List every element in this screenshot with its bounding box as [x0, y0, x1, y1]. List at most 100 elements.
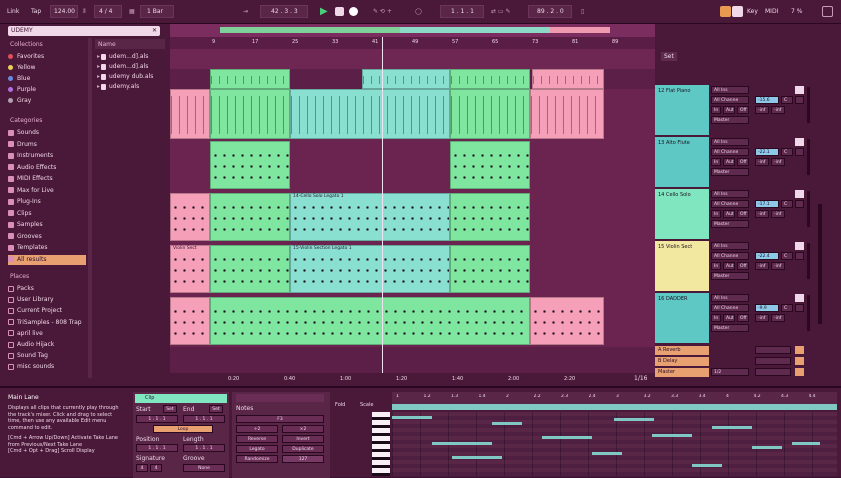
- mixer-io-field[interactable]: All Ins: [711, 190, 749, 198]
- track-lane-cello[interactable]: 14-Cello Solo Legato 1: [170, 191, 655, 243]
- ruler-label[interactable]: 3.4: [699, 394, 706, 399]
- clip-cello-2[interactable]: [210, 193, 290, 241]
- mixer-io-field[interactable]: All Ins: [711, 138, 749, 146]
- midi-note[interactable]: [692, 464, 722, 467]
- collection-item[interactable]: Yellow: [8, 63, 35, 73]
- solo-button[interactable]: [795, 304, 804, 312]
- signature-denominator[interactable]: 4: [150, 464, 162, 472]
- mixer-io-field[interactable]: In: [711, 210, 721, 218]
- overview-strip[interactable]: [170, 24, 655, 37]
- notes-tabs[interactable]: [236, 394, 324, 402]
- start-set-button[interactable]: Set: [163, 405, 177, 413]
- mixer-io-field[interactable]: Master: [711, 220, 749, 228]
- browser-divider[interactable]: [88, 38, 92, 378]
- mixer-io-field[interactable]: Master: [711, 168, 749, 176]
- end-field[interactable]: 1 . 1 . 1: [183, 415, 225, 423]
- master-output-select[interactable]: 1/2: [711, 368, 749, 376]
- ruler-label[interactable]: 1.2: [424, 394, 431, 399]
- track-lane-top[interactable]: [170, 69, 655, 89]
- clear-search-icon[interactable]: ✕: [152, 27, 157, 34]
- place-item[interactable]: Packs: [8, 284, 86, 294]
- key-map-icon[interactable]: [732, 6, 743, 17]
- collection-item[interactable]: Blue: [8, 74, 30, 84]
- clip-cello-1[interactable]: [170, 193, 210, 241]
- ruler-label[interactable]: 2.3: [561, 394, 568, 399]
- return-volume-field[interactable]: [755, 346, 791, 354]
- place-item[interactable]: april live: [8, 329, 86, 339]
- mixer-io-field[interactable]: In: [711, 158, 721, 166]
- mixer-io-field[interactable]: All Channe: [711, 304, 749, 312]
- clip-loop-bar[interactable]: [392, 404, 837, 410]
- clip-violin-2[interactable]: [210, 245, 290, 293]
- pencil-icon[interactable]: [720, 6, 731, 17]
- ruler-label[interactable]: 1: [396, 394, 399, 399]
- category-item[interactable]: All results: [8, 254, 86, 265]
- volume-field[interactable]: -9.9: [755, 304, 779, 312]
- key-label[interactable]: Key: [744, 5, 761, 18]
- midi-note[interactable]: [542, 436, 592, 439]
- tempo-field[interactable]: 124.00: [51, 5, 78, 18]
- midi-note[interactable]: [752, 446, 782, 449]
- pan-field[interactable]: C: [781, 252, 793, 260]
- ruler-label[interactable]: 1.3: [451, 394, 458, 399]
- midi-label[interactable]: MIDI: [762, 5, 781, 18]
- bar-ruler[interactable]: 9 17 25 33 41 49 57 65 73 81 89: [170, 37, 655, 49]
- clip-violin-4[interactable]: [450, 245, 530, 293]
- return-lanes[interactable]: [170, 347, 655, 373]
- end-set-button[interactable]: Set: [209, 405, 223, 413]
- return-volume-field[interactable]: [755, 368, 791, 376]
- clip-dadder-1[interactable]: [170, 297, 210, 345]
- loop-start-field[interactable]: 1 . 1 . 1: [448, 5, 477, 18]
- midi-note[interactable]: [432, 442, 492, 445]
- clip-top-3[interactable]: [450, 69, 530, 89]
- mixer-io-field[interactable]: Off: [737, 262, 749, 270]
- quantize-select[interactable]: 1 Bar: [144, 5, 166, 18]
- file-item[interactable]: ▸ udem...d].als: [97, 62, 163, 72]
- legato-button[interactable]: Legato: [236, 445, 278, 453]
- duplicate-button[interactable]: Duplicate: [282, 445, 324, 453]
- mixer-io-field[interactable]: Off: [737, 106, 749, 114]
- ruler-label[interactable]: 4.4: [809, 394, 816, 399]
- bar-number[interactable]: 33: [332, 39, 338, 45]
- place-item[interactable]: Current Project: [8, 306, 86, 316]
- scale-button[interactable]: Scale: [360, 402, 384, 410]
- arrangement-view[interactable]: 9 17 25 33 41 49 57 65 73 81 89 14-Cello Solo Lega…: [170, 37, 655, 386]
- track-lane-flat-piano[interactable]: [170, 89, 655, 139]
- bar-number[interactable]: 41: [372, 39, 378, 45]
- track-lane-dadder[interactable]: [170, 295, 655, 347]
- return-track-header[interactable]: A Reverb: [655, 346, 709, 355]
- ruler-label[interactable]: 4.3: [781, 394, 788, 399]
- mixer-io-field[interactable]: In: [711, 106, 721, 114]
- file-item[interactable]: ▸ udemy.als: [97, 82, 163, 92]
- collection-item[interactable]: Purple: [8, 85, 36, 95]
- category-item[interactable]: Clips: [8, 209, 86, 219]
- overview-icon[interactable]: [822, 6, 833, 17]
- solo-button[interactable]: [795, 200, 804, 208]
- clip-top-2[interactable]: [362, 69, 450, 89]
- bar-number[interactable]: 73: [532, 39, 538, 45]
- mute-button[interactable]: [795, 242, 804, 250]
- track-name-header[interactable]: 14 Cello Solo: [655, 189, 709, 239]
- bar-number[interactable]: 49: [412, 39, 418, 45]
- mixer-io-field[interactable]: All Channe: [711, 200, 749, 208]
- clip-name-field[interactable]: Clip: [135, 394, 227, 403]
- mixer-io-field[interactable]: Off: [737, 210, 749, 218]
- clip-dadder-2[interactable]: [210, 297, 530, 345]
- search-input[interactable]: UDEMY: [11, 27, 33, 34]
- loop-record-icon[interactable]: ◯: [412, 5, 425, 18]
- bar-number[interactable]: 89: [612, 39, 618, 45]
- clip-violin-1[interactable]: Violin Sect: [170, 245, 210, 293]
- tap-button[interactable]: Tap: [28, 5, 44, 18]
- record-icon[interactable]: [349, 7, 358, 16]
- piano-roll-ruler[interactable]: 1 1.2 1.3 1.4 2 2.2 2.3 2.4 3 3.2 3.3 3.4 4 4.2 4.3 4.4: [392, 392, 837, 404]
- clip-piano-1[interactable]: [170, 89, 210, 139]
- midi-note[interactable]: [712, 426, 752, 429]
- clip-flute-2[interactable]: [450, 141, 530, 189]
- pan-field[interactable]: C: [781, 304, 793, 312]
- invert-button[interactable]: Invert: [282, 435, 324, 443]
- track-name-header[interactable]: 13 Alto Flute: [655, 137, 709, 187]
- mixer-io-field[interactable]: All Channe: [711, 252, 749, 260]
- category-item[interactable]: Instruments: [8, 151, 86, 161]
- mixer-io-field[interactable]: Off: [737, 314, 749, 322]
- place-item[interactable]: TriSamples - 808 Trap: [8, 318, 86, 328]
